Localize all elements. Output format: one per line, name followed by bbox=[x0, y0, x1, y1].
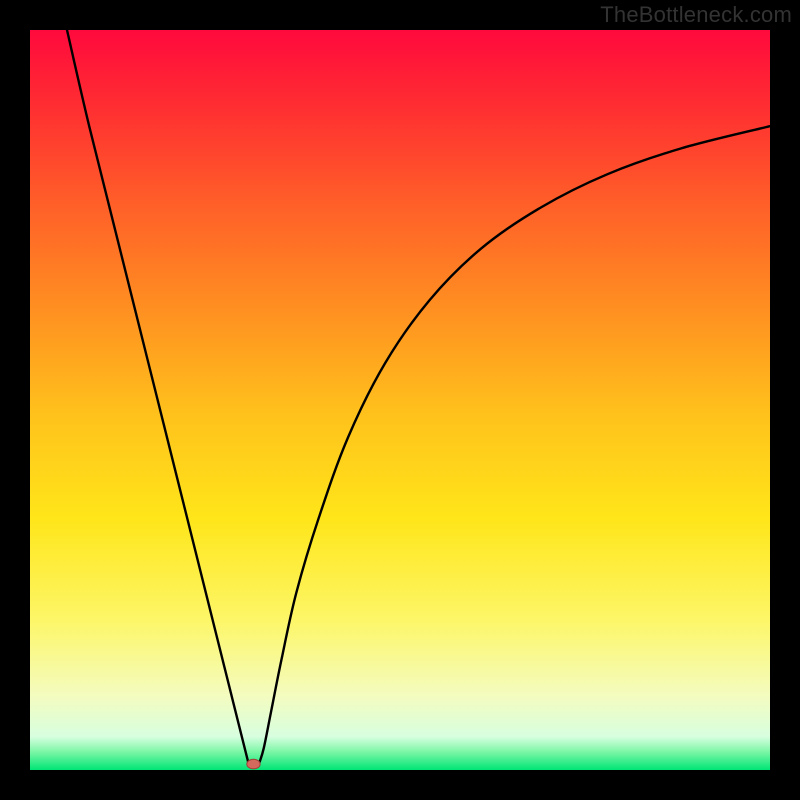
curve-layer bbox=[30, 30, 770, 770]
curve-right-branch bbox=[259, 126, 770, 762]
chart-frame: TheBottleneck.com bbox=[0, 0, 800, 800]
watermark-text: TheBottleneck.com bbox=[600, 2, 792, 28]
plot-area bbox=[30, 30, 770, 770]
curve-left-branch bbox=[67, 30, 248, 763]
minimum-marker bbox=[247, 759, 260, 769]
